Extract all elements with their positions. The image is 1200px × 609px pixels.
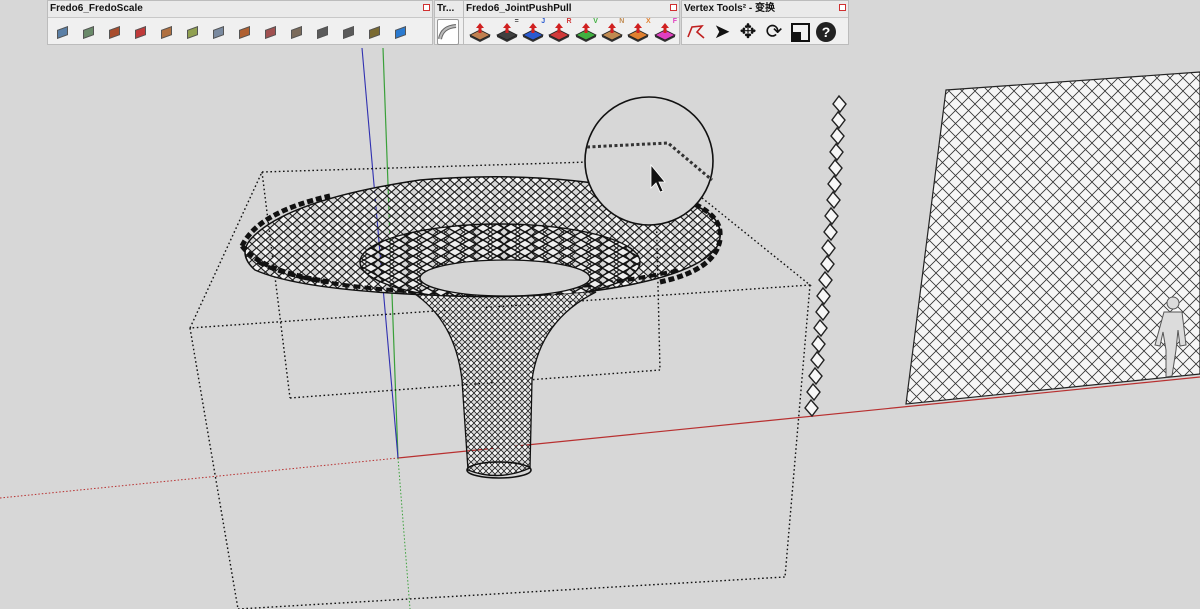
fredoscale-button-7[interactable] — [233, 21, 255, 43]
close-icon[interactable] — [423, 4, 430, 11]
fredoscale-button-11[interactable] — [337, 21, 359, 43]
toolbar-buttons — [48, 19, 432, 45]
button-letter: R — [566, 18, 572, 25]
help-icon: ? — [816, 22, 836, 42]
fredoscale-button-8[interactable] — [259, 21, 281, 43]
toolbar-title[interactable]: Vertex Tools² - 变换 — [682, 1, 848, 18]
toolbar-title[interactable]: Fredo6_FredoScale — [48, 1, 432, 18]
vertex-path-icon — [687, 25, 705, 39]
button-letter: V — [593, 18, 598, 25]
taper-icon — [264, 25, 276, 39]
magnifier-circle — [584, 96, 714, 226]
vertextools-button-5[interactable]: ? — [815, 21, 837, 43]
pencil-icon — [368, 25, 380, 39]
fredoscale-button-12[interactable] — [363, 21, 385, 43]
jointpushpull-button-6[interactable]: X — [626, 18, 651, 44]
toolbar-buttons: = J R V N X F — [464, 18, 679, 45]
fredoscale-button-1[interactable] — [77, 21, 99, 43]
pushpull-icon — [469, 23, 492, 42]
jointpushpull-button-4[interactable]: V — [574, 18, 598, 44]
toolbar-fredoscale: Fredo6_FredoScale — [47, 0, 433, 45]
box-scale-icon — [56, 25, 68, 39]
vase-stem — [409, 291, 597, 477]
vertextools-button-2[interactable]: ✥ — [737, 21, 759, 43]
jointpushpull-button-5[interactable]: N — [600, 18, 625, 44]
box-stretch-icon — [82, 25, 94, 39]
pushpull-r-icon — [548, 23, 571, 42]
button-letter: J — [541, 18, 546, 25]
untwist-icon — [238, 25, 250, 39]
vertextools-button-0[interactable] — [685, 21, 707, 43]
jointpushpull-button-2[interactable]: J — [521, 18, 546, 44]
box-tube-icon — [212, 25, 224, 39]
rotate-icon: ⟳ — [765, 21, 783, 43]
toolbar-title[interactable]: Fredo6_JointPushPull — [464, 1, 679, 18]
toolbar-truebend: Tr... — [434, 0, 464, 45]
lattice-wall-panel[interactable] — [905, 71, 1200, 405]
fredoscale-button-3[interactable] — [129, 21, 151, 43]
pushpull-n-icon — [601, 23, 623, 42]
fredoscale-button-6[interactable] — [207, 21, 229, 43]
pushpull-f-icon — [653, 23, 676, 42]
pushpull-j-icon — [522, 23, 544, 42]
toolbar-buttons: ➤ ✥ ⟳? — [682, 19, 848, 45]
button-letter: N — [619, 18, 625, 25]
green-axis — [397, 457, 411, 609]
fredoscale-button-10[interactable] — [311, 21, 333, 43]
red-axis — [0, 457, 399, 499]
toolbar-buttons — [435, 19, 463, 45]
fredoscale-button-0[interactable] — [51, 21, 73, 43]
pushpull-x-icon — [627, 23, 650, 42]
vertextools-button-3[interactable]: ⟳ — [763, 21, 785, 43]
move-icon: ✥ — [739, 21, 757, 43]
pushpull-v-icon — [574, 23, 597, 42]
toolbar-title[interactable]: Tr... — [435, 1, 463, 18]
close-icon[interactable] — [670, 4, 677, 11]
3d-viewport[interactable] — [0, 0, 1200, 609]
plane-shear-icon — [160, 25, 172, 39]
cube-icon — [290, 25, 302, 39]
toolbar-jointpushpull: Fredo6_JointPushPull = J R V N X F — [463, 0, 680, 45]
fredoscale-button-2[interactable] — [103, 21, 125, 43]
box-twist-icon — [108, 25, 120, 39]
scale-icon — [790, 22, 810, 42]
box-rotate-icon — [134, 25, 146, 39]
fredoscale-button-4[interactable] — [155, 21, 177, 43]
jointpushpull-button-1[interactable]: = — [494, 18, 519, 44]
vertextools-button-4[interactable] — [789, 21, 811, 43]
toolbar-vertextools: Vertex Tools² - 变换 ➤ ✥ ⟳? — [681, 0, 849, 45]
button-letter: = — [514, 18, 519, 25]
fredoscale-button-5[interactable] — [181, 21, 203, 43]
vertextools-button-1[interactable]: ➤ — [711, 21, 733, 43]
cube-scale-icon — [316, 25, 328, 39]
jointpushpull-button-7[interactable]: F — [653, 18, 677, 44]
select-arrow-icon: ➤ — [713, 21, 731, 43]
close-icon[interactable] — [839, 4, 846, 11]
jointpushpull-button-0[interactable] — [468, 20, 492, 44]
button-letter: X — [645, 18, 651, 25]
jointpushpull-button-3[interactable]: R — [547, 18, 572, 44]
diamond-column[interactable] — [804, 94, 847, 418]
truebend-button[interactable] — [437, 19, 459, 45]
curved-bend-icon — [438, 24, 457, 40]
curve-icon — [394, 25, 406, 39]
radial-bend-icon — [186, 25, 198, 39]
button-letter: F — [672, 18, 677, 25]
fredoscale-button-9[interactable] — [285, 21, 307, 43]
vase-throat-inner — [419, 259, 591, 297]
joint-pushpull-icon — [495, 23, 518, 42]
rotate-icon — [342, 25, 354, 39]
fredoscale-button-13[interactable] — [389, 21, 411, 43]
